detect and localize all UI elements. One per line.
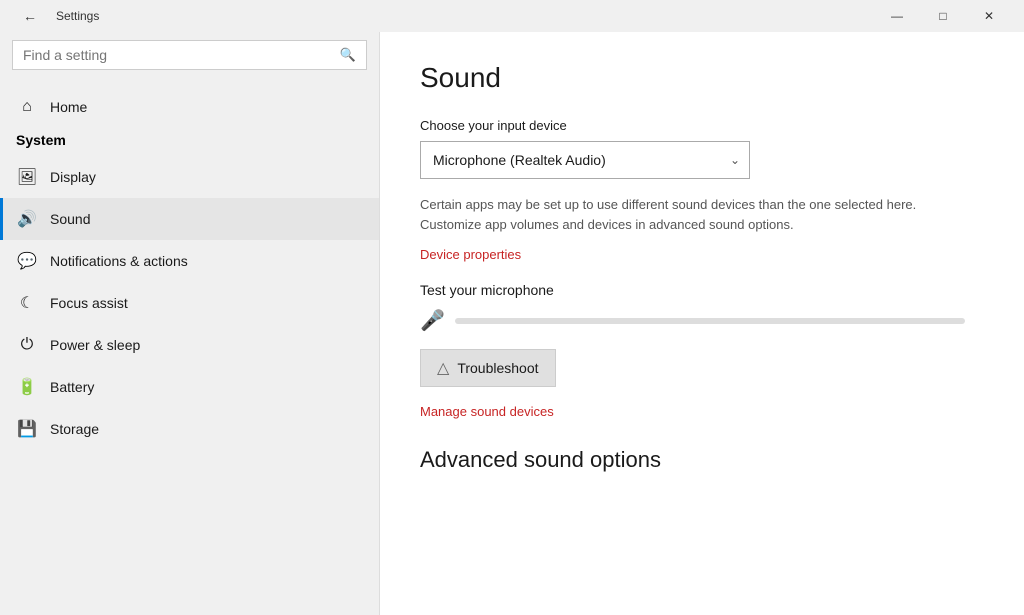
page-title: Sound	[420, 62, 984, 94]
search-box[interactable]: 🔍	[12, 40, 367, 70]
search-icon: 🔍	[340, 47, 356, 63]
close-button[interactable]: ✕	[966, 0, 1012, 32]
sidebar-item-sound[interactable]: 🔊 Sound	[0, 198, 379, 240]
sound-icon: 🔊	[16, 208, 38, 230]
sidebar-item-battery[interactable]: 🔋 Battery	[0, 366, 379, 408]
advanced-section-title: Advanced sound options	[420, 447, 984, 473]
nav-label-battery: Battery	[50, 379, 94, 395]
search-input[interactable]	[23, 47, 340, 63]
battery-icon: 🔋	[16, 376, 38, 398]
titlebar: ← Settings — □ ✕	[0, 0, 1024, 32]
content-panel: Sound Choose your input device Microphon…	[380, 32, 1024, 615]
input-section-label: Choose your input device	[420, 118, 984, 133]
warning-icon: △	[437, 358, 449, 378]
minimize-button[interactable]: —	[874, 0, 920, 32]
nav-label-focus: Focus assist	[50, 295, 128, 311]
troubleshoot-label: Troubleshoot	[457, 360, 538, 376]
home-label: Home	[50, 99, 87, 115]
window-controls: — □ ✕	[874, 0, 1012, 32]
info-text: Certain apps may be set up to use differ…	[420, 195, 960, 234]
back-button[interactable]: ←	[12, 0, 48, 32]
nav-label-notifications: Notifications & actions	[50, 253, 188, 269]
nav-label-sound: Sound	[50, 211, 90, 227]
sidebar-item-display[interactable]: 🖼 Display	[0, 156, 379, 198]
input-device-select[interactable]: Microphone (Realtek Audio)	[420, 141, 750, 179]
focus-icon: ☾	[16, 292, 38, 314]
mic-level-bar	[455, 318, 965, 324]
test-mic-label: Test your microphone	[420, 282, 984, 298]
restore-button[interactable]: □	[920, 0, 966, 32]
notifications-icon: 💬	[16, 250, 38, 272]
troubleshoot-button[interactable]: △ Troubleshoot	[420, 349, 556, 387]
sidebar-item-notifications[interactable]: 💬 Notifications & actions	[0, 240, 379, 282]
manage-sound-devices-link[interactable]: Manage sound devices	[420, 404, 554, 419]
storage-icon: 💾	[16, 418, 38, 440]
display-icon: 🖼	[16, 166, 38, 188]
app-title: Settings	[56, 9, 874, 23]
sidebar-item-power[interactable]: ⏻ Power & sleep	[0, 324, 379, 366]
device-properties-link[interactable]: Device properties	[420, 247, 521, 262]
system-section-label: System	[0, 128, 379, 156]
nav-label-power: Power & sleep	[50, 337, 140, 353]
power-icon: ⏻	[16, 334, 38, 356]
mic-test-row: 🎤	[420, 308, 984, 333]
main-container: 🔍 ⌂ Home System 🖼 Display 🔊 Sound 💬 Noti…	[0, 32, 1024, 615]
microphone-icon: 🎤	[420, 308, 445, 333]
sidebar-item-storage[interactable]: 💾 Storage	[0, 408, 379, 450]
sidebar: 🔍 ⌂ Home System 🖼 Display 🔊 Sound 💬 Noti…	[0, 32, 380, 615]
home-icon: ⌂	[16, 96, 38, 118]
nav-label-display: Display	[50, 169, 96, 185]
sidebar-item-focus[interactable]: ☾ Focus assist	[0, 282, 379, 324]
sidebar-item-home[interactable]: ⌂ Home	[0, 86, 379, 128]
nav-label-storage: Storage	[50, 421, 99, 437]
input-device-select-wrapper: Microphone (Realtek Audio) ⌄	[420, 141, 750, 179]
